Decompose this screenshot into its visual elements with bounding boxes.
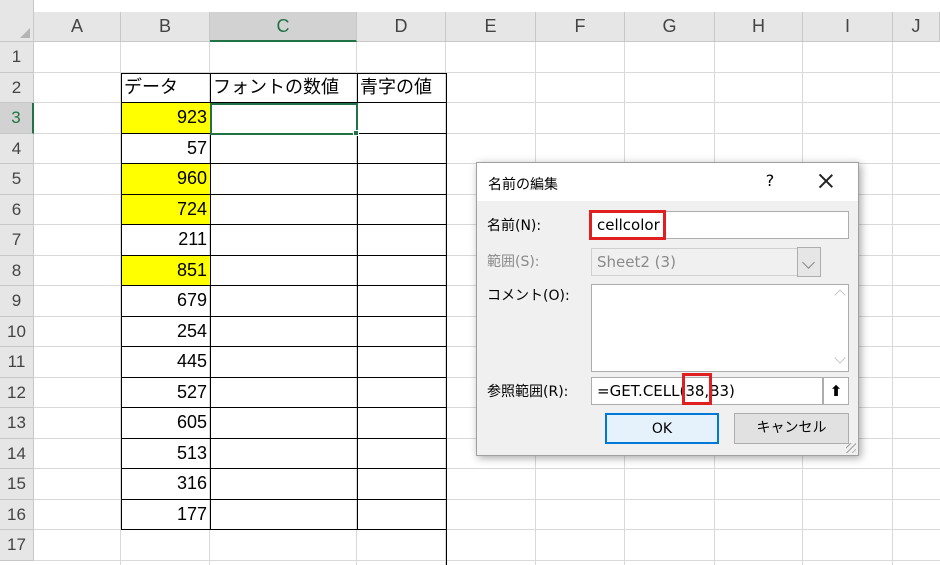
- data-cell-b14[interactable]: 513: [121, 439, 210, 469]
- row-header-3[interactable]: 3: [0, 103, 34, 134]
- table-border-v: [357, 72, 358, 530]
- data-cell-b7[interactable]: 211: [121, 225, 210, 255]
- table-border-v: [121, 72, 122, 530]
- column-header-b[interactable]: B: [121, 12, 210, 42]
- table-header-cell[interactable]: データ: [121, 73, 210, 104]
- row-header-14[interactable]: 14: [0, 438, 34, 469]
- row-header-11[interactable]: 11: [0, 347, 34, 378]
- refers-to-label: 参照範囲(R):: [487, 384, 569, 400]
- collapse-dialog-button[interactable]: ⬆: [823, 377, 849, 405]
- close-icon[interactable]: [814, 169, 838, 193]
- data-cell-b6[interactable]: 724: [121, 194, 210, 224]
- column-header-a[interactable]: A: [34, 12, 121, 42]
- row-header-10[interactable]: 10: [0, 316, 34, 347]
- table-border-h: [121, 498, 447, 500]
- data-cell-b3[interactable]: 923: [121, 103, 210, 133]
- column-header-c[interactable]: C: [210, 12, 357, 42]
- edit-name-dialog: 名前の編集 ? 名前(N): cellcolor 範囲(S): Sheet2 (…: [476, 162, 859, 456]
- row-header-16[interactable]: 16: [0, 499, 34, 530]
- dialog-title: 名前の編集: [488, 177, 558, 193]
- resize-grip-icon[interactable]: [846, 443, 856, 453]
- column-header-i[interactable]: I: [803, 12, 893, 42]
- row-header-1[interactable]: 1: [0, 42, 34, 73]
- column-header-e[interactable]: E: [446, 12, 536, 42]
- table-header-cell[interactable]: フォントの数値: [210, 73, 357, 104]
- data-cell-b4[interactable]: 57: [121, 134, 210, 164]
- table-border-h: [121, 315, 447, 317]
- row-header-5[interactable]: 5: [0, 164, 34, 195]
- gridline-column: [892, 42, 893, 565]
- help-button[interactable]: ?: [761, 169, 779, 193]
- table-border-h: [121, 224, 447, 225]
- row-header-6[interactable]: 6: [0, 194, 34, 225]
- row-header-7[interactable]: 7: [0, 225, 34, 256]
- data-cell-b11[interactable]: 445: [121, 347, 210, 377]
- name-highlight-box: [589, 210, 666, 240]
- table-border-v: [210, 72, 211, 530]
- table-header-cell[interactable]: 青字の値: [357, 73, 446, 104]
- row-header-13[interactable]: 13: [0, 408, 34, 439]
- ok-button[interactable]: OK: [605, 413, 719, 444]
- row-header-2[interactable]: 2: [0, 72, 34, 103]
- scope-label: 範囲(S):: [487, 254, 540, 270]
- data-cell-b12[interactable]: 527: [121, 378, 210, 408]
- table-border-h: [121, 163, 447, 164]
- row-header-15[interactable]: 15: [0, 469, 34, 500]
- comment-label: コメント(O):: [487, 288, 570, 304]
- chevron-down-icon[interactable]: [797, 247, 821, 277]
- column-header-h[interactable]: H: [715, 12, 803, 42]
- data-cell-b16[interactable]: 177: [121, 500, 210, 530]
- table-border-h: [121, 254, 447, 256]
- gridline-row: [34, 559, 940, 561]
- data-cell-b5[interactable]: 960: [121, 164, 210, 194]
- comment-field[interactable]: [591, 284, 849, 372]
- row-header-8[interactable]: 8: [0, 255, 34, 286]
- cancel-button[interactable]: キャンセル: [734, 413, 849, 444]
- column-header-f[interactable]: F: [536, 12, 625, 42]
- table-border-h: [121, 193, 447, 195]
- table-border-h: [121, 437, 447, 439]
- fill-handle[interactable]: [353, 130, 359, 136]
- name-label: 名前(N):: [487, 218, 542, 234]
- table-border-h: [121, 376, 447, 378]
- data-cell-b9[interactable]: 679: [121, 286, 210, 316]
- column-header-top-strip: [34, 0, 940, 12]
- table-border-h: [121, 285, 447, 286]
- table-border-h: [121, 346, 447, 347]
- table-border-h: [121, 407, 447, 408]
- dialog-titlebar[interactable]: 名前の編集 ?: [477, 163, 858, 201]
- data-cell-b15[interactable]: 316: [121, 469, 210, 499]
- data-cell-b10[interactable]: 254: [121, 317, 210, 347]
- row-header-9[interactable]: 9: [0, 286, 34, 317]
- data-cell-b8[interactable]: 851: [121, 255, 210, 285]
- scroll-up-icon[interactable]: [834, 289, 846, 301]
- active-cell-c3[interactable]: [210, 103, 358, 135]
- row-header-4[interactable]: 4: [0, 133, 34, 164]
- table-border-h: [121, 529, 447, 530]
- scope-select[interactable]: Sheet2 (3): [591, 248, 821, 276]
- row-header-12[interactable]: 12: [0, 377, 34, 408]
- table-border-h: [121, 468, 447, 469]
- column-header-j[interactable]: J: [893, 12, 940, 42]
- column-header-g[interactable]: G: [625, 12, 715, 42]
- row-header-17[interactable]: 17: [0, 530, 34, 561]
- column-header-d[interactable]: D: [357, 12, 446, 42]
- data-cell-b13[interactable]: 605: [121, 408, 210, 438]
- select-all-corner[interactable]: [0, 0, 34, 42]
- select-all-triangle-icon: [20, 28, 30, 38]
- info-type-highlight-box: [682, 373, 712, 405]
- table-border-h: [121, 72, 447, 74]
- table-border-v: [446, 72, 447, 565]
- scroll-down-icon[interactable]: [834, 352, 846, 364]
